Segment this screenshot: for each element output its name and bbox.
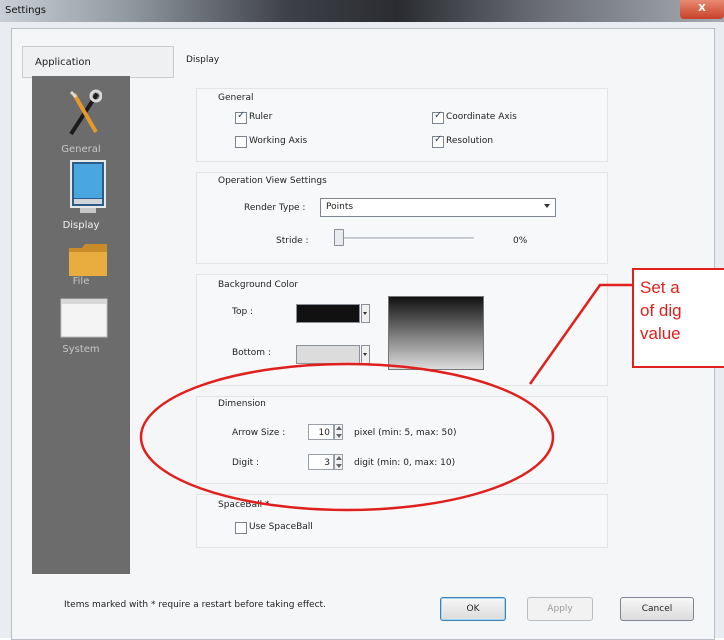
annotation-callout: Set a of dig value [632, 268, 724, 368]
annotation-overlay [139, 283, 632, 512]
callout-line-2: of dig [640, 301, 682, 320]
callout-line-1: Set a [640, 278, 680, 297]
callout-line-3: value [640, 324, 681, 343]
highlight-ellipse [139, 362, 555, 512]
callout-leader-line [528, 283, 632, 385]
